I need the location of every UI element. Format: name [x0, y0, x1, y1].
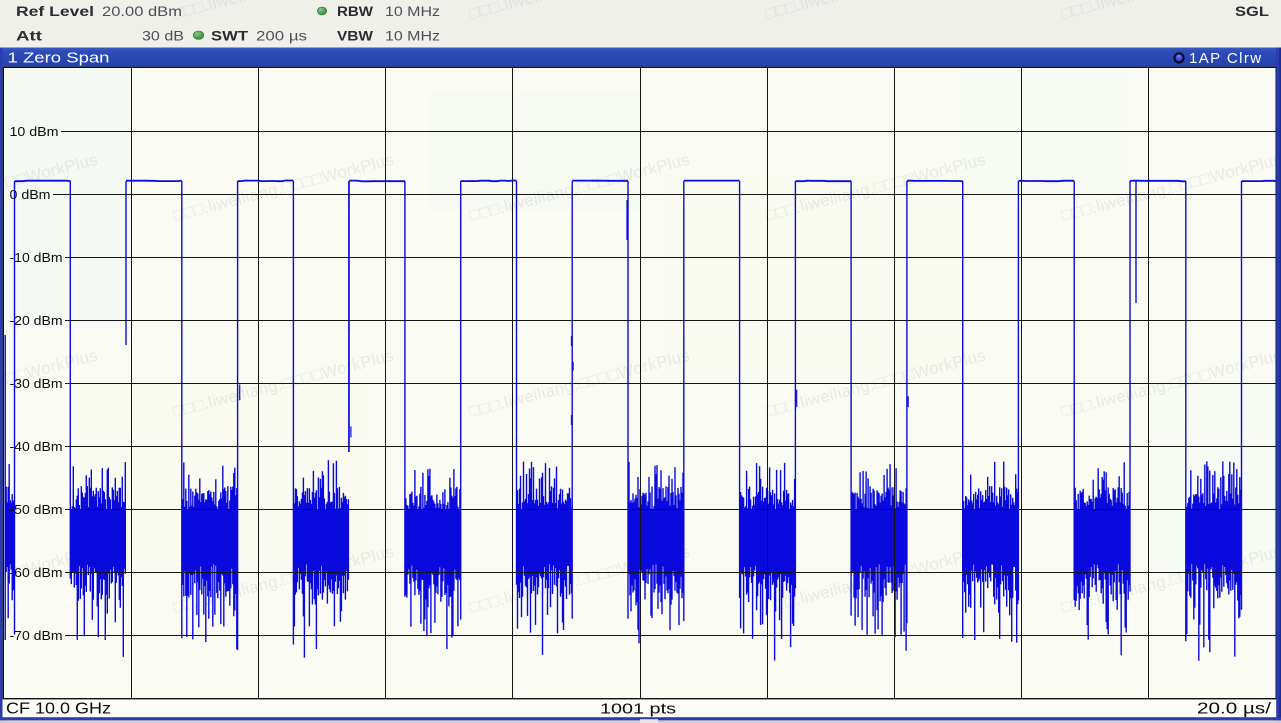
- svg-text:20.0 µs/: 20.0 µs/: [1197, 701, 1272, 718]
- svg-text:1001 pts: 1001 pts: [600, 701, 677, 718]
- svg-text:20.00 dBm: 20.00 dBm: [102, 4, 182, 19]
- svg-text:30 dB: 30 dB: [142, 29, 184, 44]
- svg-text:200 µs: 200 µs: [256, 29, 307, 44]
- svg-text:SWT: SWT: [211, 29, 249, 44]
- svg-text:VBW: VBW: [337, 29, 373, 44]
- svg-text:-10 dBm: -10 dBm: [10, 250, 63, 265]
- svg-text:Ref Level: Ref Level: [16, 4, 94, 19]
- svg-text:SGL: SGL: [1235, 4, 1269, 19]
- svg-text:CF 10.0 GHz: CF 10.0 GHz: [6, 701, 111, 718]
- svg-text:-70 dBm: -70 dBm: [10, 628, 63, 643]
- svg-text:Att: Att: [16, 29, 43, 44]
- svg-text:10 MHz: 10 MHz: [385, 29, 440, 44]
- svg-text:-50 dBm: -50 dBm: [10, 502, 63, 517]
- svg-text:10 dBm: 10 dBm: [10, 124, 59, 139]
- svg-text:1AP Clrw: 1AP Clrw: [1189, 50, 1262, 67]
- svg-text:-40 dBm: -40 dBm: [10, 439, 63, 454]
- svg-text:1 Zero Span: 1 Zero Span: [8, 50, 110, 67]
- svg-text:0 dBm: 0 dBm: [10, 187, 51, 202]
- svg-text:-60 dBm: -60 dBm: [10, 565, 63, 580]
- svg-text:10 MHz: 10 MHz: [385, 4, 440, 19]
- svg-text:RBW: RBW: [337, 4, 373, 19]
- svg-text:-20 dBm: -20 dBm: [10, 313, 63, 328]
- svg-text:-30 dBm: -30 dBm: [10, 376, 63, 391]
